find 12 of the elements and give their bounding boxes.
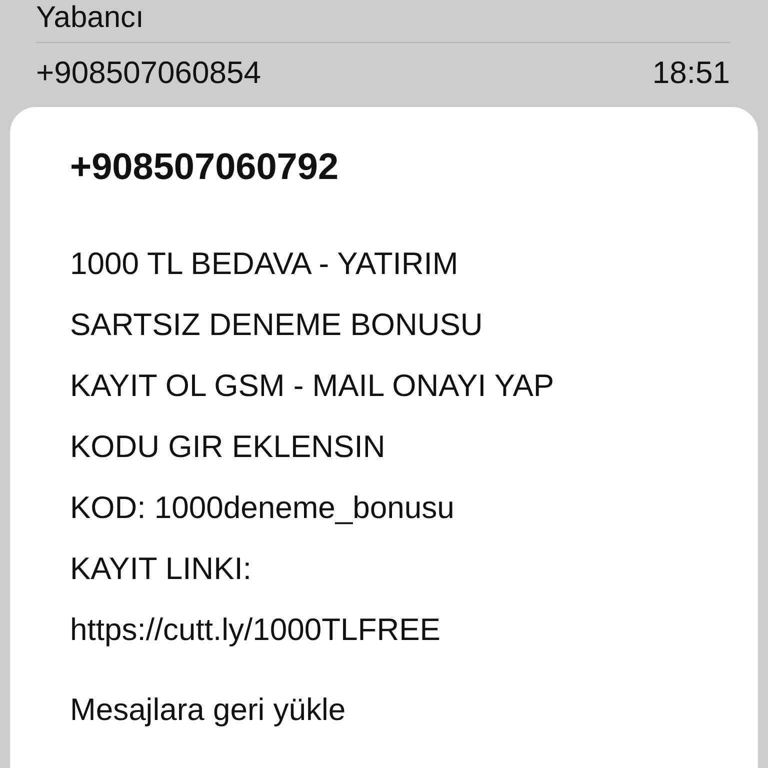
sender-name: Yabancı xyxy=(36,0,145,36)
message-line: 1000 TL BEDAVA - YATIRIM xyxy=(70,245,460,283)
sender-number: +908507060854 xyxy=(36,55,261,91)
message-line: https://cutt.ly/1000TLFREE xyxy=(70,611,442,649)
message-line: KAYIT LINKI: xyxy=(70,550,252,588)
message-line: KOD: 1000deneme_bonusu xyxy=(70,489,456,527)
message-line: KODU GIR EKLENSIN xyxy=(70,428,386,466)
message-time: 18:51 xyxy=(652,55,730,91)
message-line: SARTSIZ DENEME BONUSU xyxy=(70,306,484,344)
message-line: KAYIT OL GSM - MAIL ONAYI YAP xyxy=(70,367,556,405)
sender-number: +908507060792 xyxy=(70,145,340,189)
restore-option[interactable]: Mesajlara geri yükle xyxy=(70,682,346,738)
